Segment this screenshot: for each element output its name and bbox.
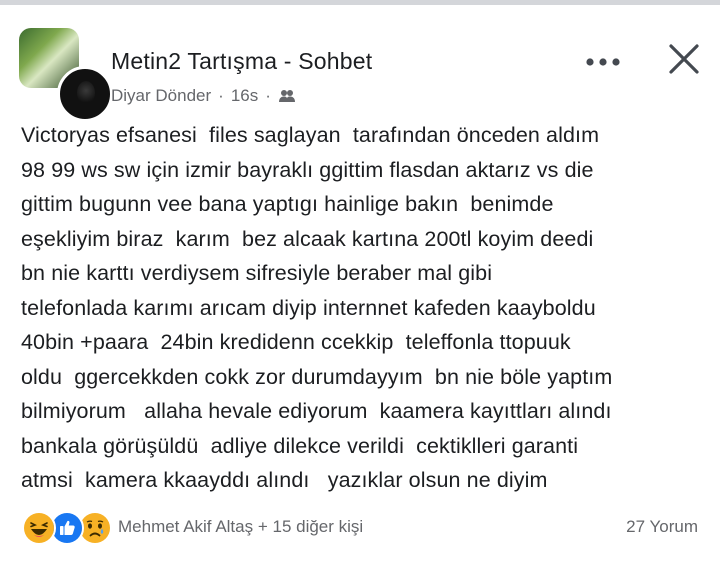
group-privacy-icon <box>278 87 296 105</box>
post-footer: Mehmet Akif Altaş + 15 diğer kişi 27 Yor… <box>0 507 720 547</box>
meta-separator: · <box>218 86 224 105</box>
post-meta: Diyar Dönder · 16s · <box>111 86 296 106</box>
avatar-stack[interactable] <box>19 28 113 122</box>
post-time[interactable]: 16s <box>231 86 258 106</box>
group-name[interactable]: Metin2 Tartışma - Sohbet <box>111 48 372 75</box>
meta-separator: · <box>265 86 271 105</box>
top-divider <box>0 0 720 5</box>
close-icon[interactable] <box>668 43 700 75</box>
haha-icon <box>22 511 56 545</box>
author-name[interactable]: Diyar Dönder <box>111 86 211 106</box>
reactors-summary[interactable]: Mehmet Akif Altaş + 15 diğer kişi <box>118 517 363 537</box>
author-avatar[interactable] <box>57 66 113 122</box>
post-body: Victoryas efsanesi files saglayan tarafı… <box>21 123 613 492</box>
more-options-icon[interactable] <box>585 54 621 66</box>
comment-count[interactable]: 27 Yorum <box>626 517 698 537</box>
reaction-summary[interactable] <box>22 511 114 545</box>
post-header: Metin2 Tartışma - Sohbet Diyar Dönder · … <box>0 16 720 122</box>
